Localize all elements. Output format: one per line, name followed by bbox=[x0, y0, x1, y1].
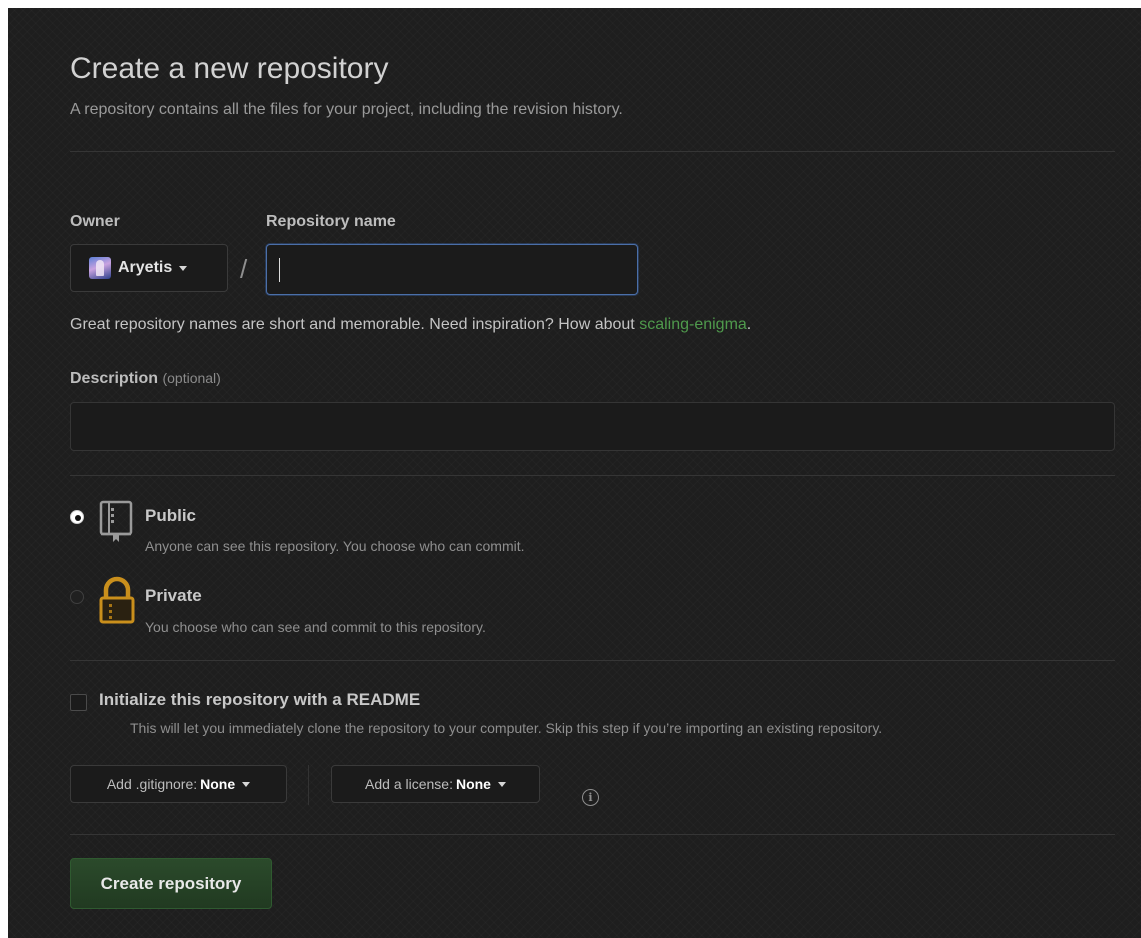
public-description: Anyone can see this repository. You choo… bbox=[145, 538, 525, 554]
description-label-text: Description bbox=[70, 370, 159, 387]
caret-down-icon bbox=[179, 265, 188, 271]
divider-header bbox=[70, 151, 1115, 152]
readme-checkbox[interactable] bbox=[70, 694, 87, 711]
caret-down-icon bbox=[497, 781, 506, 787]
owner-repo-separator: / bbox=[240, 254, 248, 284]
optional-tag: (optional) bbox=[162, 370, 221, 386]
repo-name-input[interactable] bbox=[266, 244, 638, 295]
license-prefix: Add a license: bbox=[365, 776, 453, 792]
public-title: Public bbox=[145, 506, 197, 525]
divider-submit bbox=[70, 834, 1115, 835]
gitignore-select-button[interactable]: Add .gitignore: None bbox=[70, 765, 287, 803]
license-value: None bbox=[455, 776, 491, 792]
readme-title: Initialize this repository with a README bbox=[99, 690, 421, 709]
description-label: Description (optional) bbox=[70, 370, 221, 388]
gitignore-prefix: Add .gitignore: bbox=[106, 776, 198, 792]
new-repository-form: Create a new repository A repository con… bbox=[8, 8, 1141, 938]
private-description: You choose who can see and commit to thi… bbox=[145, 619, 486, 635]
divider-visibility bbox=[70, 475, 1115, 476]
page-subtitle: A repository contains all the files for … bbox=[70, 101, 623, 118]
gitignore-value: None bbox=[200, 776, 236, 792]
owner-name: Aryetis bbox=[118, 259, 173, 276]
suggested-name-link[interactable]: scaling-enigma bbox=[639, 316, 747, 333]
caret-down-icon bbox=[242, 781, 251, 787]
readme-description: This will let you immediately clone the … bbox=[130, 720, 883, 736]
text-cursor bbox=[279, 258, 280, 282]
dropdown-separator bbox=[308, 765, 309, 805]
repo-book-icon bbox=[99, 500, 137, 544]
owner-avatar bbox=[89, 257, 111, 279]
private-title: Private bbox=[145, 586, 202, 605]
page: Create a new repository A repository con… bbox=[0, 0, 1141, 938]
lock-icon bbox=[97, 576, 137, 624]
create-repository-button[interactable]: Create repository bbox=[70, 858, 272, 909]
info-icon[interactable]: i bbox=[582, 789, 599, 806]
divider-init bbox=[70, 660, 1115, 661]
description-input[interactable] bbox=[70, 402, 1115, 451]
owner-label: Owner bbox=[70, 213, 120, 230]
repo-name-hint: Great repository names are short and mem… bbox=[70, 316, 751, 334]
repo-name-label: Repository name bbox=[266, 213, 396, 230]
license-select-button[interactable]: Add a license: None bbox=[331, 765, 540, 803]
hint-text: Great repository names are short and mem… bbox=[70, 316, 640, 333]
private-radio[interactable] bbox=[70, 590, 84, 604]
page-title: Create a new repository bbox=[70, 52, 389, 85]
public-radio[interactable] bbox=[70, 510, 84, 524]
owner-select-button[interactable]: Aryetis bbox=[70, 244, 228, 292]
hint-suffix: . bbox=[746, 316, 752, 333]
